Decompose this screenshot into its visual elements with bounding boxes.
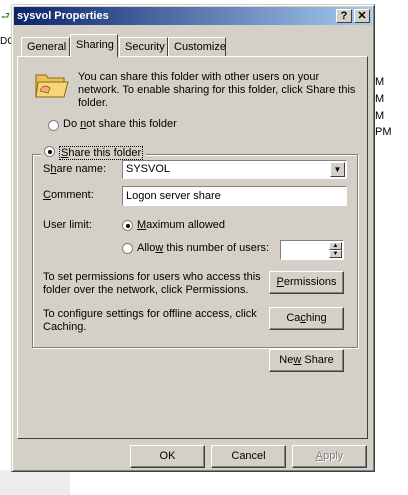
label-text: Share <box>301 354 334 366</box>
label-text: ermissions <box>283 276 337 288</box>
label-text: Ne <box>279 354 294 366</box>
share-name-label: Share name: <box>43 163 106 175</box>
maximum-allowed-radio[interactable] <box>122 220 133 231</box>
share-name-value: SYSVOL <box>126 163 171 175</box>
do-not-share-radio[interactable] <box>48 120 59 131</box>
spin-up-icon[interactable]: ▲ <box>329 242 342 250</box>
new-share-button[interactable]: New Share <box>269 349 344 372</box>
comment-label: Comment: <box>43 189 94 201</box>
ok-button[interactable]: OK <box>130 445 205 468</box>
tab-general[interactable]: General <box>21 37 70 56</box>
spin-down-icon[interactable]: ▼ <box>329 250 342 258</box>
background-status-area <box>0 470 70 495</box>
dialog-title: sysvol Properties <box>17 10 109 22</box>
user-count-spinner[interactable]: ▲ ▼ <box>280 240 344 260</box>
label-text: aximum allowed <box>146 219 226 231</box>
tab-sharing[interactable]: Sharing <box>70 34 118 57</box>
title-bar[interactable]: sysvol Properties ? ✕ <box>14 7 372 25</box>
label-text: omment: <box>50 189 94 201</box>
chevron-down-icon[interactable]: ▼ <box>330 162 345 177</box>
properties-dialog: sysvol Properties ? ✕ General Sharing Se… <box>11 4 375 472</box>
apply-button[interactable]: Apply <box>292 445 367 468</box>
label-text: ot share this folder <box>86 118 177 130</box>
permissions-description: To set permissions for users who access … <box>43 271 261 296</box>
sharing-intro-text: You can share this folder with other use… <box>78 71 356 109</box>
background-window-right: M M M PM <box>373 50 408 445</box>
background-list-cell: M <box>375 76 385 88</box>
label-text: hare this folder <box>68 147 142 159</box>
sharing-tab-panel: You can share this folder with other use… <box>17 56 368 439</box>
allow-number-of-users-radio[interactable] <box>122 243 133 254</box>
close-button[interactable]: ✕ <box>354 9 370 23</box>
label-text: Do <box>63 118 81 130</box>
background-app-icon: ⮐ <box>1 11 10 22</box>
shared-folder-icon <box>35 74 69 98</box>
caching-button[interactable]: Caching <box>269 307 344 330</box>
comment-field[interactable]: Logon server share <box>122 186 347 206</box>
user-limit-label: User limit: <box>43 219 92 231</box>
label-text: pply <box>323 450 344 462</box>
share-this-folder-radio[interactable] <box>44 146 55 157</box>
permissions-button[interactable]: Permissions <box>269 271 344 294</box>
label-text: are name: <box>56 163 106 175</box>
background-list-cell: M <box>375 110 385 122</box>
label-text: Ca <box>286 312 301 324</box>
share-this-folder-option[interactable]: Share this folder <box>41 146 147 160</box>
background-list-cell: M <box>375 93 385 105</box>
label-text: hing <box>305 312 327 324</box>
spinner-buttons: ▲ ▼ <box>329 242 342 258</box>
accelerator-key: M <box>137 219 147 231</box>
allow-number-of-users-label[interactable]: Allow this number of users: <box>137 242 269 254</box>
maximum-allowed-label[interactable]: Maximum allowed <box>137 219 225 231</box>
caching-description: To configure settings for offline access… <box>43 308 257 333</box>
cancel-button[interactable]: Cancel <box>211 445 286 468</box>
do-not-share-label[interactable]: Do not share this folder <box>63 118 177 130</box>
label-text: Allo <box>137 242 156 254</box>
help-button[interactable]: ? <box>336 9 352 23</box>
background-list-cell: PM <box>375 126 392 138</box>
tab-security[interactable]: Security <box>119 37 168 56</box>
label-text: this number of users: <box>163 242 270 254</box>
share-name-combobox[interactable]: SYSVOL ▼ <box>122 160 347 179</box>
accelerator-key: P <box>276 276 284 288</box>
accelerator-key: C <box>43 189 51 201</box>
accelerator-key: A <box>315 450 324 462</box>
tab-customize[interactable]: Customize <box>168 37 226 56</box>
share-this-folder-label: Share this folder <box>59 146 144 160</box>
